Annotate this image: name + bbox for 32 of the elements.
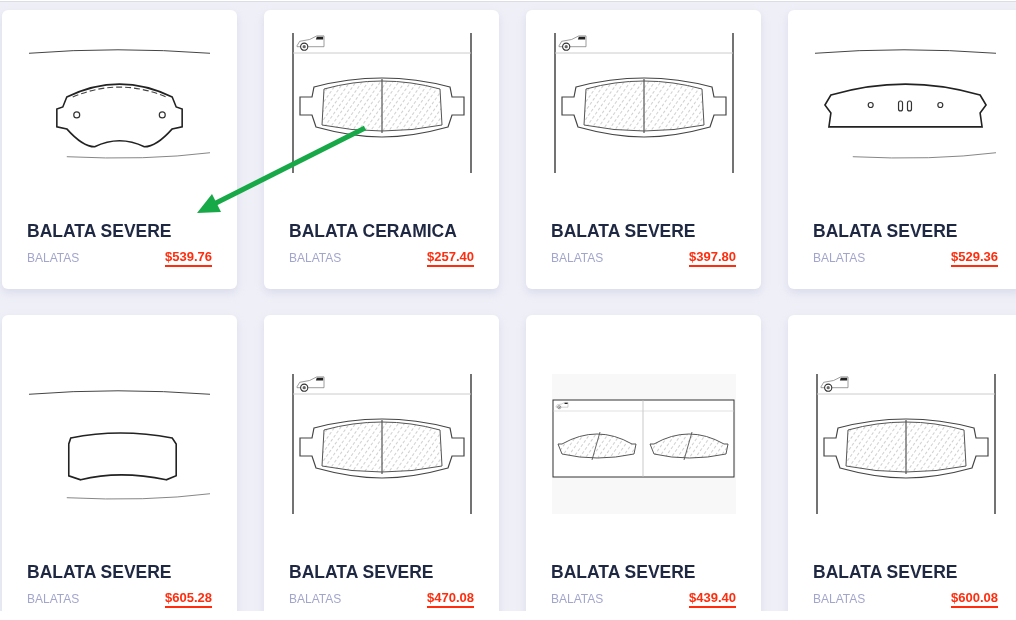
category-label: BALATAS — [27, 591, 80, 607]
category-label: BALATAS — [551, 250, 604, 266]
price-text: $539.76 — [165, 249, 212, 267]
product-card[interactable]: BALATA SEVERE BALATAS $605.28 — [2, 315, 237, 611]
product-title: BALATA SEVERE — [813, 562, 958, 582]
product-card[interactable]: BALATA SEVERE BALATAS $439.40 — [526, 315, 761, 611]
price-text: $397.80 — [689, 249, 736, 267]
product-title: BALATA SEVERE — [551, 562, 696, 582]
product-card[interactable]: BALATA SEVERE BALATAS $470.08 — [264, 315, 499, 611]
product-card[interactable]: BALATA SEVERE BALATAS $529.36 — [788, 10, 1016, 289]
price-text: $257.40 — [427, 249, 474, 267]
category-label: BALATAS — [813, 250, 866, 266]
category-label: BALATAS — [27, 250, 80, 266]
price-text: $600.08 — [951, 590, 998, 608]
price-text: $605.28 — [165, 590, 212, 608]
category-label: BALATAS — [289, 250, 342, 266]
product-title: BALATA SEVERE — [289, 562, 434, 582]
product-card[interactable]: BALATA CERAMICA BALATAS $257.40 — [264, 10, 499, 289]
price-text: $529.36 — [951, 249, 998, 267]
category-label: BALATAS — [813, 591, 866, 607]
product-card[interactable]: BALATA SEVERE BALATAS $600.08 — [788, 315, 1016, 611]
price-text: $439.40 — [689, 590, 736, 608]
product-title: BALATA CERAMICA — [289, 221, 457, 241]
product-title: BALATA SEVERE — [813, 221, 958, 241]
price-text: $470.08 — [427, 590, 474, 608]
category-label: BALATAS — [551, 591, 604, 607]
product-title: BALATA SEVERE — [27, 221, 172, 241]
category-label: BALATAS — [289, 591, 342, 607]
product-title: BALATA SEVERE — [551, 221, 696, 241]
product-card[interactable]: BALATA SEVERE BALATAS $397.80 — [526, 10, 761, 289]
product-card[interactable]: BALATA SEVERE BALATAS $539.76 — [2, 10, 237, 289]
product-title: BALATA SEVERE — [27, 562, 172, 582]
